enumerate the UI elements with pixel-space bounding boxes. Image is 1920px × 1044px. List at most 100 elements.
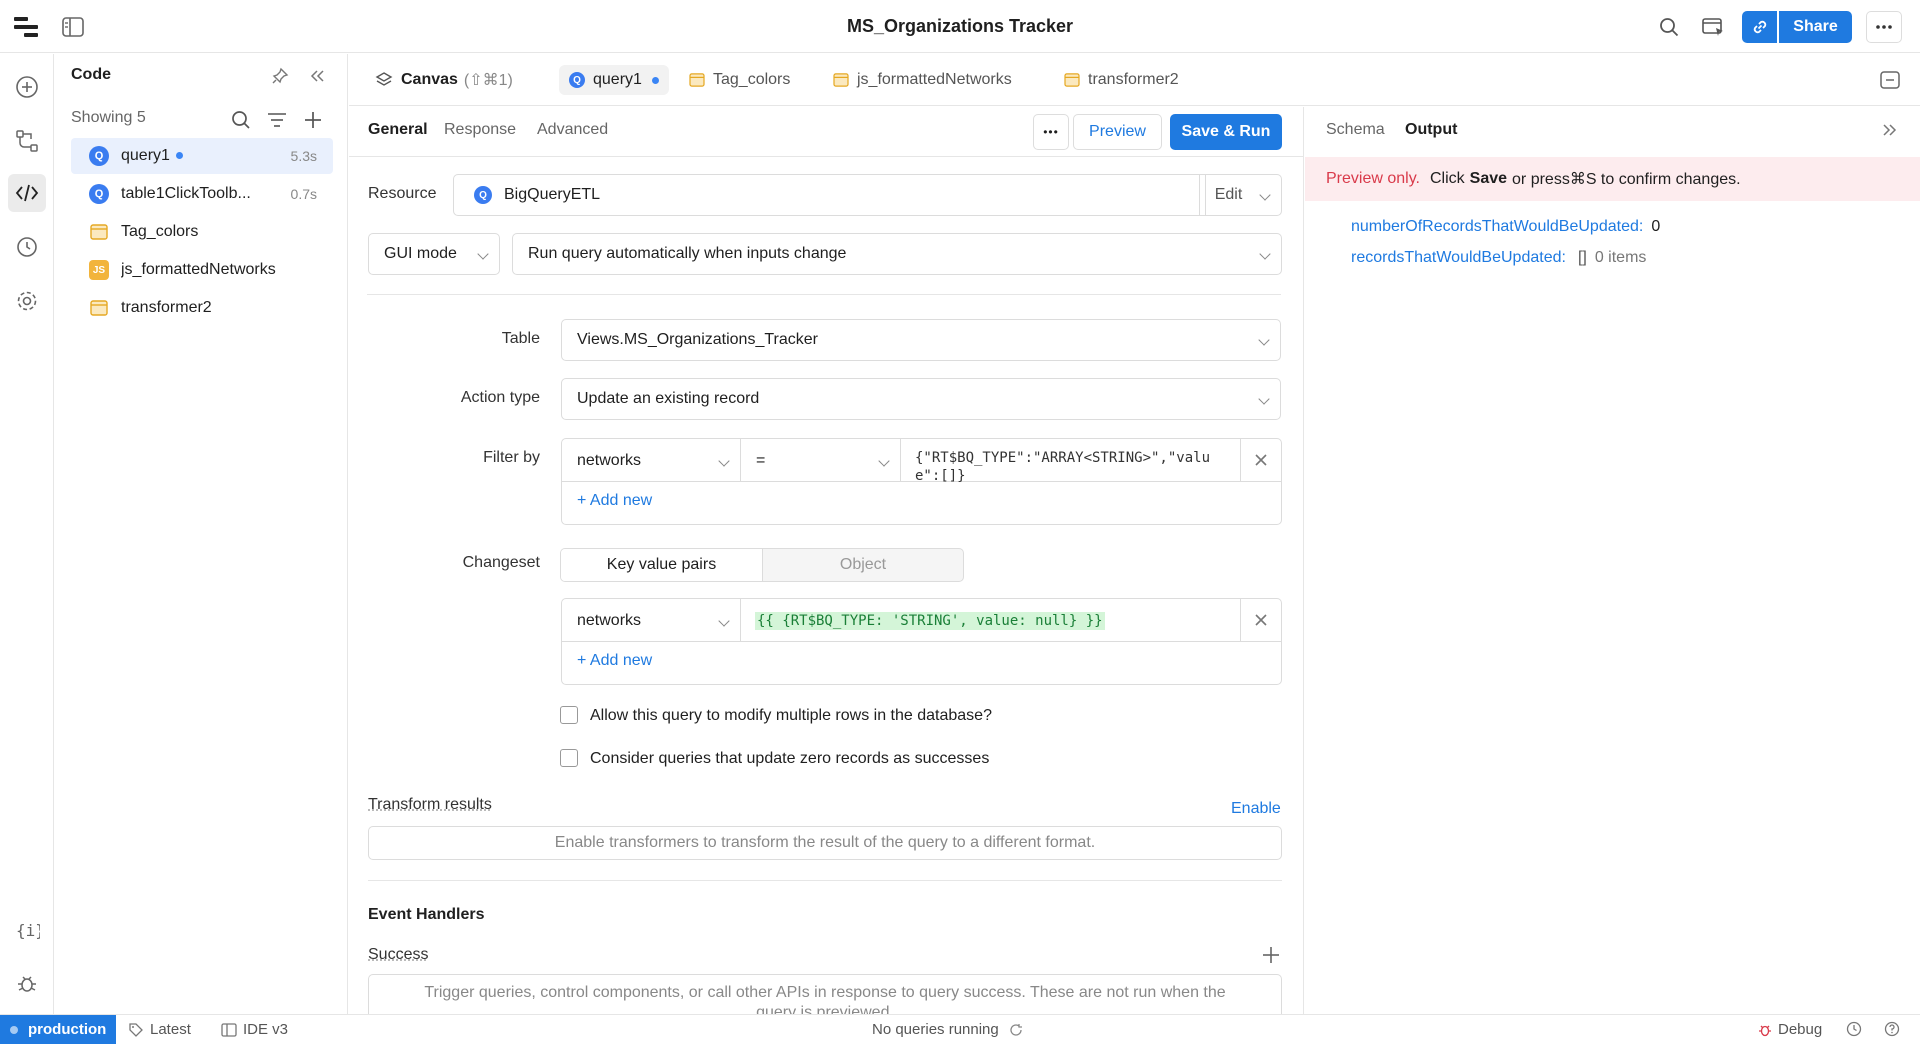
code-item-transformer2[interactable]: transformer2 — [71, 290, 333, 326]
preview-button[interactable]: Preview — [1073, 114, 1162, 150]
share-button[interactable]: Share — [1779, 11, 1852, 43]
save-run-button[interactable]: Save & Run — [1170, 114, 1282, 150]
tab-canvas[interactable]: Canvas (⇧⌘1) — [375, 54, 513, 106]
tab-tag-colors-label: Tag_colors — [713, 71, 790, 89]
filter-operator-select[interactable]: = — [741, 439, 901, 482]
editor-tabs: Canvas (⇧⌘1) Q query1 Tag_colors js_form… — [349, 54, 1920, 106]
run-mode-select[interactable]: Run query automatically when inputs chan… — [512, 233, 1282, 275]
history-clock-icon[interactable] — [1840, 1015, 1868, 1043]
output-row[interactable]: recordsThatWouldBeUpdated: [] 0 items — [1351, 249, 1646, 267]
search-icon[interactable] — [1654, 12, 1684, 42]
changeset-tab-key-value[interactable]: Key value pairs — [561, 549, 763, 581]
query-editor: General Response Advanced ••• Preview Sa… — [349, 107, 1304, 1014]
output-row: numberOfRecordsThatWouldBeUpdated: 0 — [1351, 218, 1660, 236]
code-item-label: js_formattedNetworks — [121, 261, 333, 279]
tab-query1[interactable]: Q query1 — [559, 54, 669, 106]
resource-label: Resource — [368, 185, 436, 203]
chevron-down-icon — [477, 248, 488, 259]
code-item-label: Tag_colors — [121, 223, 333, 241]
latest-release[interactable]: Latest — [128, 1021, 191, 1038]
expand-panel-icon[interactable] — [1875, 115, 1905, 145]
code-item-tag-colors[interactable]: Tag_colors — [71, 214, 333, 250]
filter-column-select[interactable]: networks — [562, 439, 741, 482]
help-icon[interactable] — [1878, 1015, 1906, 1043]
settings-gear-icon[interactable] — [12, 286, 42, 316]
collapse-panel-icon[interactable] — [302, 61, 332, 91]
changeset-value-editor[interactable]: {{ {RT$BQ_TYPE: 'STRING', value: null} }… — [741, 599, 1241, 642]
chevron-down-icon — [718, 455, 729, 466]
chevron-down-icon — [1259, 248, 1270, 259]
changeset-key-value: networks — [577, 612, 641, 630]
filter-value-editor[interactable]: {"RT$BQ_TYPE":"ARRAY<STRING>","valu e":[… — [901, 439, 1241, 482]
unsaved-dot — [652, 77, 659, 84]
filter-icon[interactable] — [262, 105, 292, 135]
tab-schema[interactable]: Schema — [1326, 121, 1385, 139]
tab-js-formattednetworks[interactable]: js_formattedNetworks — [833, 54, 1012, 106]
pin-icon[interactable] — [265, 61, 295, 91]
copy-link-button[interactable] — [1742, 11, 1777, 43]
edit-resource-button[interactable]: Edit — [1205, 175, 1251, 215]
action-type-label: Action type — [368, 389, 540, 407]
workflow-tree-icon[interactable] — [12, 126, 42, 156]
success-handler-placeholder[interactable]: Trigger queries, control components, or … — [368, 974, 1282, 1014]
filter-column-value: networks — [577, 452, 641, 470]
debug-bug-icon[interactable] — [12, 968, 42, 998]
more-menu-button[interactable] — [1866, 11, 1902, 43]
link-icon — [1751, 18, 1769, 36]
tab-tag-colors[interactable]: Tag_colors — [689, 54, 790, 106]
top-bar: MS_Organizations Tracker Share — [0, 0, 1920, 53]
changeset-tab-object[interactable]: Object — [763, 549, 963, 581]
code-panel: Code Showing 5 Q query1 5.3s Q table1Cli… — [55, 54, 348, 1014]
filter-value-line: e":[]} — [915, 467, 1240, 482]
resource-select[interactable]: Q BigQueryETL Edit — [453, 174, 1282, 216]
search-code-icon[interactable] — [226, 105, 256, 135]
tab-output[interactable]: Output — [1405, 121, 1457, 139]
preview-app-icon[interactable] — [1698, 12, 1728, 42]
subtab-advanced[interactable]: Advanced — [537, 121, 608, 139]
transform-placeholder[interactable]: Enable transformers to transform the res… — [368, 826, 1282, 860]
table-select[interactable]: Views.MS_Organizations_Tracker — [561, 319, 1281, 361]
transform-results-label: Transform results — [368, 796, 492, 814]
changeset-label: Changeset — [368, 554, 540, 572]
environment-dot — [10, 1026, 18, 1034]
add-filter-link[interactable]: + Add new — [577, 492, 652, 510]
mode-select[interactable]: GUI mode — [368, 233, 500, 275]
code-item-table1ClickToolbar[interactable]: Q table1ClickToolb... 0.7s — [71, 176, 333, 212]
allow-multi-checkbox[interactable] — [560, 706, 578, 724]
history-icon[interactable] — [12, 232, 42, 262]
subtab-response[interactable]: Response — [444, 121, 516, 139]
add-handler-icon[interactable] — [1256, 940, 1286, 970]
environment-badge[interactable]: production — [0, 1015, 116, 1044]
chevron-down-icon — [1258, 334, 1269, 345]
query-status: No queries running — [872, 1021, 1023, 1038]
debug-button[interactable]: Debug — [1758, 1021, 1822, 1038]
add-component-icon[interactable] — [12, 72, 42, 102]
remove-changeset-icon[interactable] — [1246, 605, 1276, 635]
action-type-select[interactable]: Update an existing record — [561, 378, 1281, 420]
filter-by-label: Filter by — [368, 449, 540, 467]
action-type-value: Update an existing record — [577, 390, 759, 408]
changeset-key-select[interactable]: networks — [562, 599, 741, 642]
divider — [367, 294, 1281, 295]
preview-notice-text: or press⌘S to confirm changes. — [1512, 169, 1741, 189]
code-item-query1[interactable]: Q query1 5.3s — [71, 138, 333, 174]
globals-braces-icon[interactable]: {i} — [12, 915, 42, 945]
ide-version[interactable]: IDE v3 — [221, 1021, 288, 1038]
minimize-panel-icon[interactable] — [1875, 65, 1905, 95]
add-query-icon[interactable] — [298, 105, 328, 135]
preview-notice-prefix: Preview only. — [1326, 170, 1420, 188]
enable-transform-link[interactable]: Enable — [1231, 800, 1281, 818]
code-item-js-formattednetworks[interactable]: JS js_formattedNetworks — [71, 252, 333, 288]
chevron-down-icon — [1258, 393, 1269, 404]
zero-success-checkbox[interactable] — [560, 749, 578, 767]
query-more-button[interactable]: ••• — [1033, 114, 1069, 150]
code-icon[interactable] — [8, 174, 46, 212]
tab-transformer2[interactable]: transformer2 — [1064, 54, 1179, 106]
add-changeset-link[interactable]: + Add new — [577, 652, 652, 670]
code-item-label: query1 — [121, 147, 170, 164]
event-handlers-heading: Event Handlers — [368, 906, 484, 924]
subtab-general[interactable]: General — [368, 121, 428, 139]
remove-filter-icon[interactable] — [1246, 445, 1276, 475]
output-item-count: 0 items — [1595, 249, 1647, 267]
ide-version-label: IDE v3 — [243, 1021, 288, 1038]
